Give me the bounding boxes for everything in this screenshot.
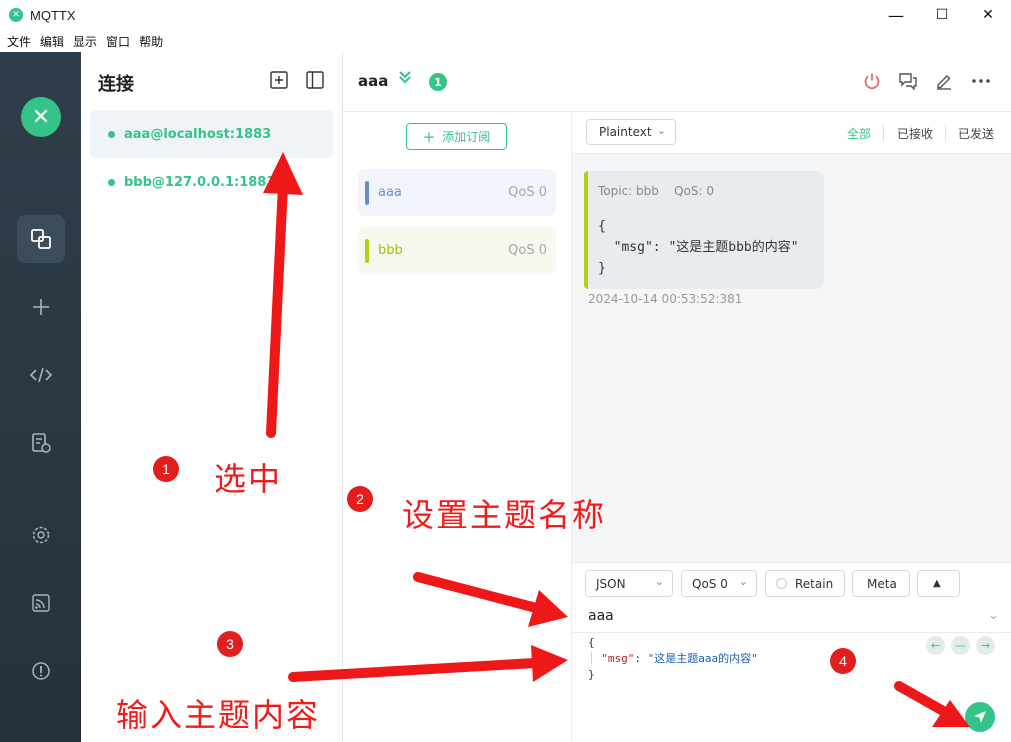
message-meta: Topic: bbb QoS: 0 [598, 184, 715, 198]
collapse-chevron-icon[interactable] [397, 69, 413, 89]
menu-view[interactable]: 显示 [73, 33, 97, 50]
toggle-layout-icon[interactable] [305, 70, 325, 90]
code-icon[interactable] [17, 351, 65, 399]
annotation-badge-1: 1 [153, 456, 179, 482]
chevron-down-icon: ⌄ [738, 575, 748, 588]
new-connection-icon[interactable] [269, 70, 289, 90]
chevron-down-icon: ⌄ [654, 575, 664, 588]
payload-editor[interactable]: { │ "msg": "这是主题aaa的内容" } [588, 635, 758, 683]
history-nav: ← — → [926, 636, 995, 655]
annotation-text-2: 设置主题名称 [402, 496, 607, 534]
connection-label: bbb@127.0.0.1:1883 [124, 174, 276, 190]
arrow-right-icon[interactable]: → [976, 636, 995, 655]
edit-icon[interactable] [932, 69, 956, 93]
subscription-topic: bbb [378, 243, 403, 258]
annotation-badge-3: 3 [217, 631, 243, 657]
message-bubble[interactable]: Topic: bbb QoS: 0 { "msg": "这是主题bbb的内容" … [584, 171, 824, 289]
connected-dot-icon [108, 178, 115, 186]
rss-icon[interactable] [17, 579, 65, 627]
app-title: MQTTX [30, 7, 76, 23]
subscription-item-bbb[interactable]: bbb QoS 0 [358, 227, 556, 274]
filter-all[interactable]: 全部 [847, 125, 871, 142]
minus-icon[interactable]: — [951, 636, 970, 655]
send-button[interactable] [965, 702, 995, 732]
log-icon[interactable] [17, 419, 65, 467]
subscription-item-aaa[interactable]: aaa QoS 0 [358, 169, 556, 216]
message-time: 2024-10-14 00:53:52:381 [588, 292, 743, 306]
message-count-badge: 1 [429, 73, 447, 91]
chat-icon[interactable] [896, 69, 920, 93]
maximize-button[interactable]: ☐ [919, 0, 965, 30]
payload-value: "这是主题aaa的内容" [647, 652, 758, 665]
info-icon[interactable] [17, 647, 65, 695]
close-button[interactable]: ✕ [965, 0, 1011, 30]
message-body: { "msg": "这是主题bbb的内容" } [598, 219, 799, 276]
window-controls: — ☐ ✕ [873, 0, 1011, 30]
subscription-color-bar [365, 238, 369, 263]
annotation-text-3: 输入主题内容 [116, 696, 321, 734]
subscription-qos: QoS 0 [508, 243, 547, 258]
connection-item-bbb[interactable]: bbb@127.0.0.1:1883 [90, 158, 333, 206]
connection-header: aaa 1 [343, 52, 1011, 112]
app-logo-icon: ✕ [9, 8, 23, 22]
mqttx-logo-icon: ✕ [21, 97, 61, 137]
radio-icon [776, 578, 787, 589]
messages-toolbar: Plaintext ⌄ 全部 已接收 已发送 [572, 112, 1011, 154]
connection-label: aaa@localhost:1883 [124, 126, 272, 142]
annotation-badge-4: 4 [830, 648, 856, 674]
menu-edit[interactable]: 编辑 [40, 33, 64, 50]
chevron-down-icon: ⌄ [988, 608, 999, 623]
more-icon[interactable] [969, 69, 993, 93]
chevron-down-icon: ⌄ [656, 124, 666, 137]
connection-item-aaa[interactable]: aaa@localhost:1883 [90, 110, 333, 158]
arrow-left-icon[interactable]: ← [926, 636, 945, 655]
plus-icon[interactable] [17, 283, 65, 331]
retain-toggle[interactable]: Retain [765, 570, 845, 597]
menu-file[interactable]: 文件 [7, 33, 31, 50]
publish-qos-select[interactable]: QoS 0 ⌄ [681, 570, 757, 597]
annotation-text-1: 选中 [214, 460, 283, 498]
filter-received[interactable]: 已接收 [897, 125, 933, 142]
publish-format-select[interactable]: JSON ⌄ [585, 570, 673, 597]
message-color-bar [584, 171, 588, 289]
topic-value: aaa [588, 608, 614, 624]
expand-button[interactable]: ▲ [917, 570, 960, 597]
gear-icon[interactable] [17, 511, 65, 559]
annotation-badge-2: 2 [347, 486, 373, 512]
topic-input[interactable]: aaa ⌄ [572, 601, 1011, 633]
connected-dot-icon [108, 130, 115, 138]
subscription-qos: QoS 0 [508, 185, 547, 200]
disconnect-icon[interactable] [860, 69, 884, 93]
nav-rail: ✕ [0, 52, 81, 742]
subscription-color-bar [365, 180, 369, 205]
add-subscription-button[interactable]: + 添加订阅 [406, 123, 507, 150]
plus-icon: + [422, 127, 436, 146]
publish-area: JSON ⌄ QoS 0 ⌄ Retain Meta ▲ aaa ⌄ { │ "… [572, 562, 1011, 742]
subscriptions-panel: + 添加订阅 aaa QoS 0 bbb QoS 0 [343, 112, 572, 742]
connection-name: aaa [358, 72, 389, 90]
messages-area: Plaintext ⌄ 全部 已接收 已发送 Topic: bbb QoS: 0… [572, 112, 1011, 562]
divider [883, 125, 884, 141]
subscription-topic: aaa [378, 185, 402, 200]
menu-window[interactable]: 窗口 [106, 33, 130, 50]
payload-key: "msg" [601, 652, 635, 665]
connections-title: 连接 [98, 74, 134, 95]
menu-bar: 文件 编辑 显示 窗口 帮助 [0, 30, 1011, 52]
payload-format-select[interactable]: Plaintext ⌄ [586, 119, 676, 145]
meta-button[interactable]: Meta [852, 570, 910, 597]
divider [945, 125, 946, 141]
filter-sent[interactable]: 已发送 [958, 125, 994, 142]
title-bar: ✕ MQTTX — ☐ ✕ [0, 0, 1011, 30]
connections-icon[interactable] [17, 215, 65, 263]
minimize-button[interactable]: — [873, 0, 919, 30]
connections-panel: 连接 aaa@localhost:1883 bbb@127.0.0.1:1883 [81, 52, 343, 742]
menu-help[interactable]: 帮助 [139, 33, 163, 50]
send-icon [974, 711, 986, 723]
